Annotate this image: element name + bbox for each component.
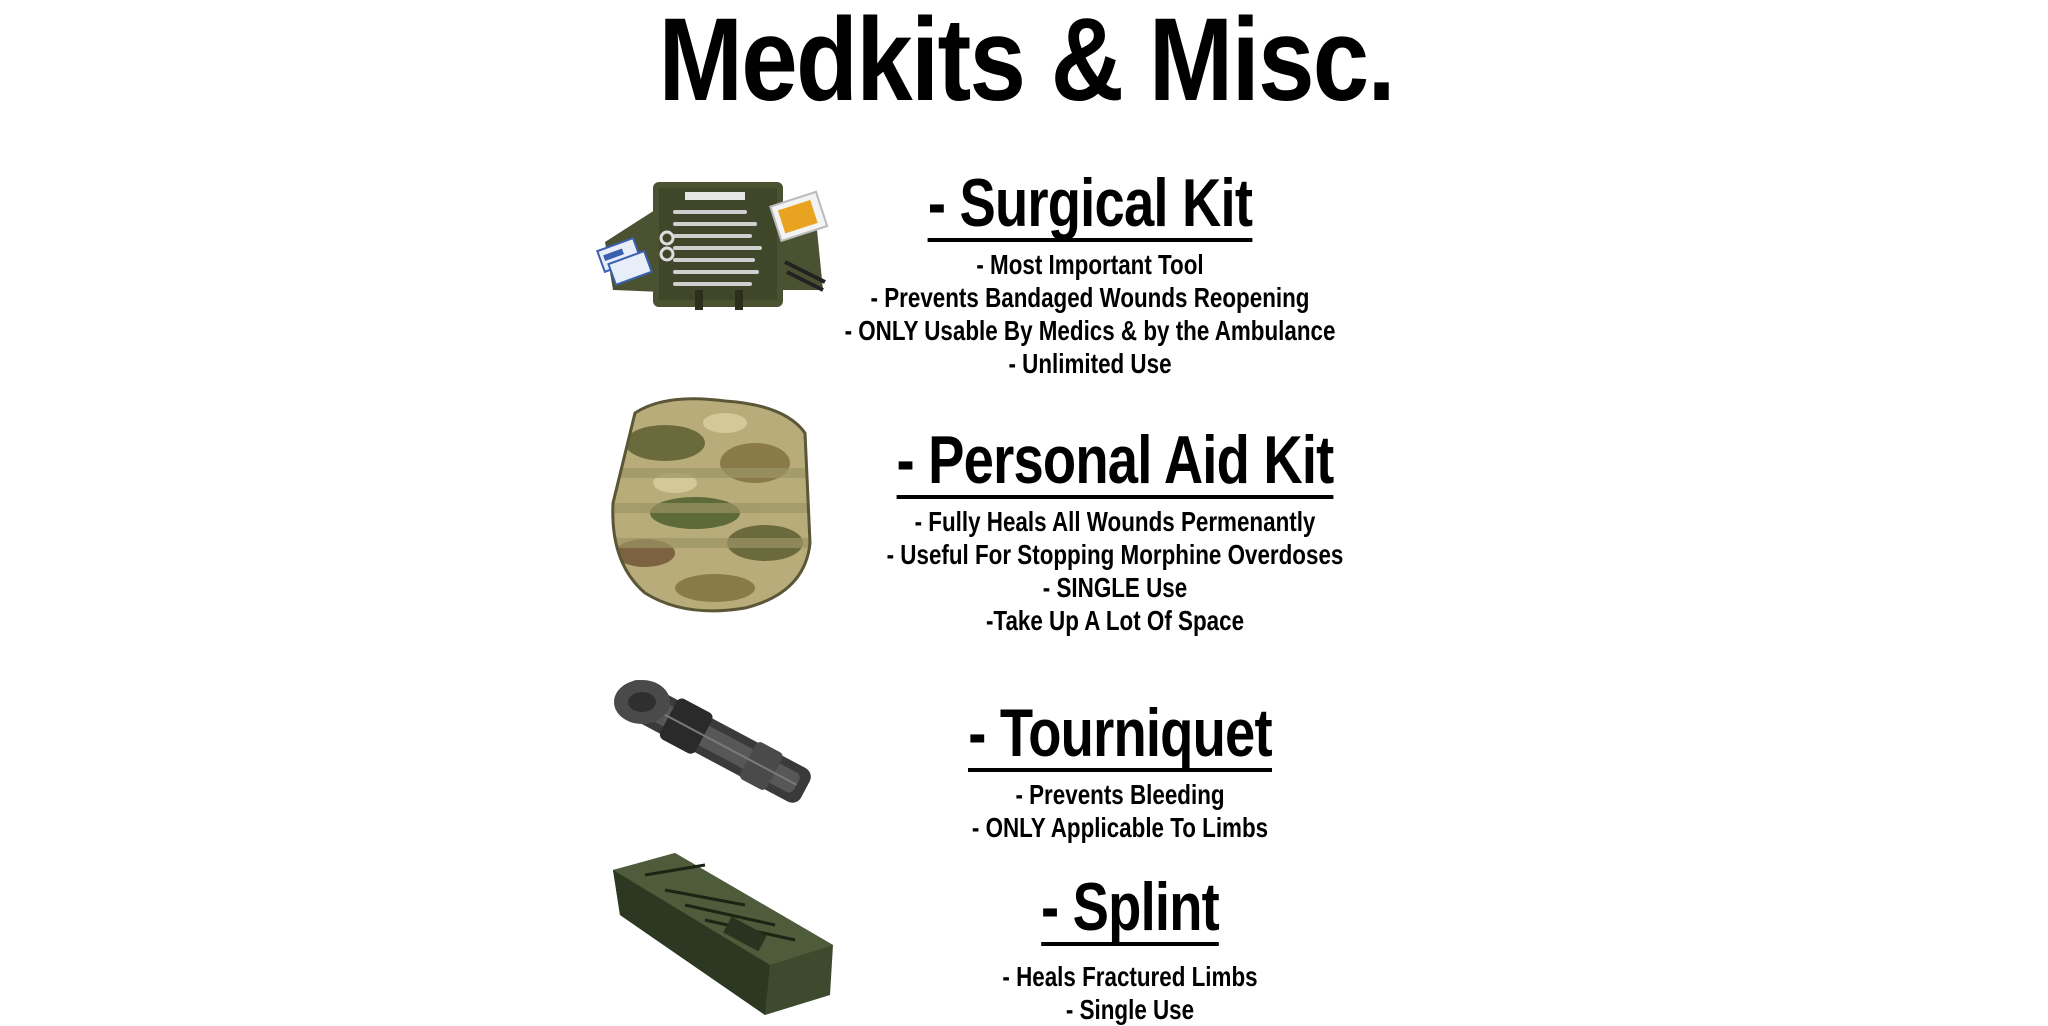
personal-aid-kit-section: - Personal Aid Kit - Fully Heals All Wou… xyxy=(839,425,1391,637)
page-title: Medkits & Misc. xyxy=(658,0,1395,126)
tourniquet-image xyxy=(614,679,811,803)
list-item: - ONLY Usable By Medics & by the Ambulan… xyxy=(844,315,1336,346)
personal-aid-kit-bullets: - Fully Heals All Wounds Permenantly - U… xyxy=(839,505,1391,637)
tourniquet-section: - Tourniquet - Prevents Bleeding - ONLY … xyxy=(880,698,1360,844)
list-item: - ONLY Applicable To Limbs xyxy=(971,812,1269,843)
list-item: - Fully Heals All Wounds Permenantly xyxy=(914,506,1316,537)
list-item: - Most Important Tool xyxy=(976,249,1204,280)
surgical-kit-image xyxy=(596,182,829,310)
list-item: - Heals Fractured Limbs xyxy=(1002,961,1258,992)
list-item: - Prevents Bandaged Wounds Reopening xyxy=(870,282,1310,313)
surgical-kit-bullets: - Most Important Tool - Prevents Bandage… xyxy=(842,248,1338,380)
surgical-kit-section: - Surgical Kit - Most Important Tool - P… xyxy=(842,168,1338,380)
splint-section: - Splint - Heals Fractured Limbs - Singl… xyxy=(890,872,1370,1026)
splint-bullets: - Heals Fractured Limbs - Single Use xyxy=(890,960,1370,1026)
list-item: - Single Use xyxy=(1065,994,1195,1025)
list-item: -Take Up A Lot Of Space xyxy=(985,605,1245,636)
surgical-kit-title: - Surgical Kit xyxy=(927,165,1253,242)
list-item: - Unlimited Use xyxy=(1008,348,1172,379)
list-item: - Prevents Bleeding xyxy=(1015,779,1225,810)
tourniquet-title: - Tourniquet xyxy=(968,695,1273,772)
personal-aid-kit-title: - Personal Aid Kit xyxy=(896,422,1334,499)
splint-image xyxy=(613,853,833,1015)
list-item: - SINGLE Use xyxy=(1042,572,1188,603)
tourniquet-bullets: - Prevents Bleeding - ONLY Applicable To… xyxy=(880,778,1360,844)
splint-title: - Splint xyxy=(1041,869,1220,946)
camo-pouch-image xyxy=(611,397,812,613)
list-item: - Useful For Stopping Morphine Overdoses xyxy=(886,539,1344,570)
